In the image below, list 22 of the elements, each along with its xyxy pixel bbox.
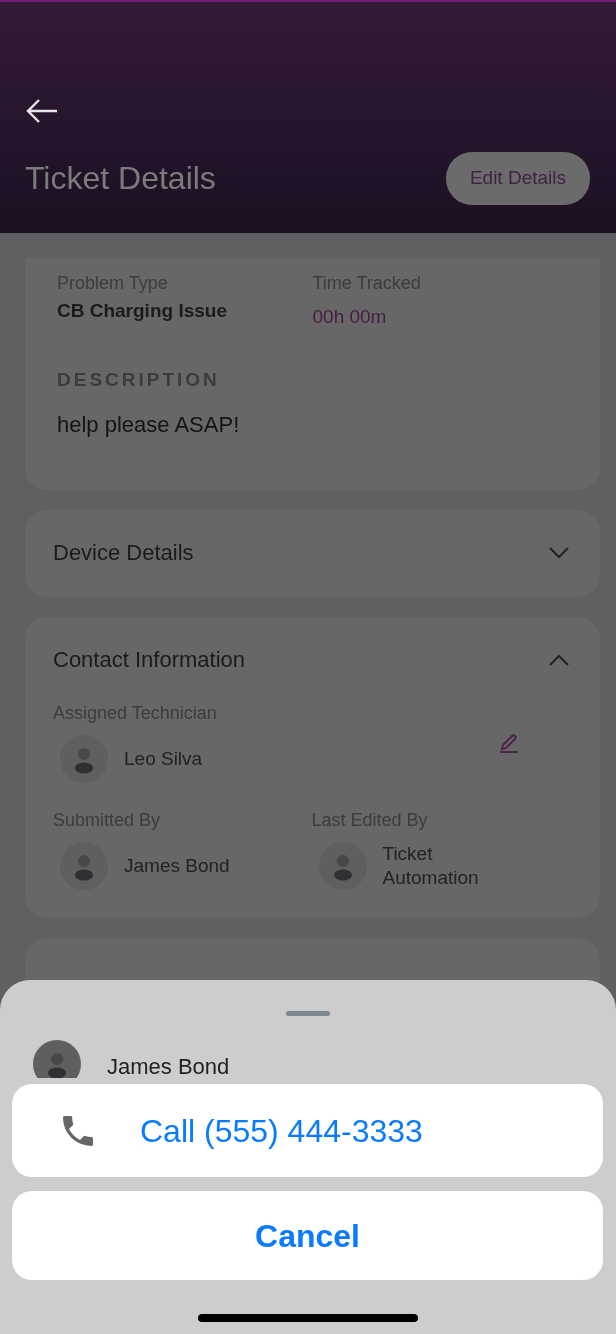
avatar-icon (318, 842, 367, 890)
edit-details-button[interactable]: Edit Details (445, 152, 590, 205)
field-value: 00h 00m (312, 305, 388, 329)
cancel-button[interactable]: Cancel (12, 1191, 603, 1280)
page-title: Ticket Details (25, 159, 216, 199)
avatar-icon (60, 735, 108, 783)
field-value: CB Charging Issue (57, 299, 228, 323)
avatar-icon (33, 1040, 81, 1078)
contact-name: James Bond (107, 1053, 230, 1081)
edit-pencil-icon[interactable] (498, 731, 520, 753)
section-title[interactable]: Contact Information (53, 643, 245, 676)
back-arrow-icon[interactable] (25, 98, 59, 124)
chevron-up-icon[interactable] (548, 652, 570, 667)
drag-handle (286, 1011, 330, 1016)
person-name: Ticket Automation (382, 842, 480, 890)
call-button[interactable]: Call (555) 444-3333 (12, 1084, 603, 1177)
description-text: help please ASAP! (57, 411, 241, 439)
section-title[interactable]: Device Details (53, 536, 194, 569)
avatar-icon (60, 842, 108, 890)
person-name: James Bond (124, 854, 230, 878)
chevron-down-icon[interactable] (548, 545, 570, 560)
person-name: Leo Silva (124, 747, 203, 771)
